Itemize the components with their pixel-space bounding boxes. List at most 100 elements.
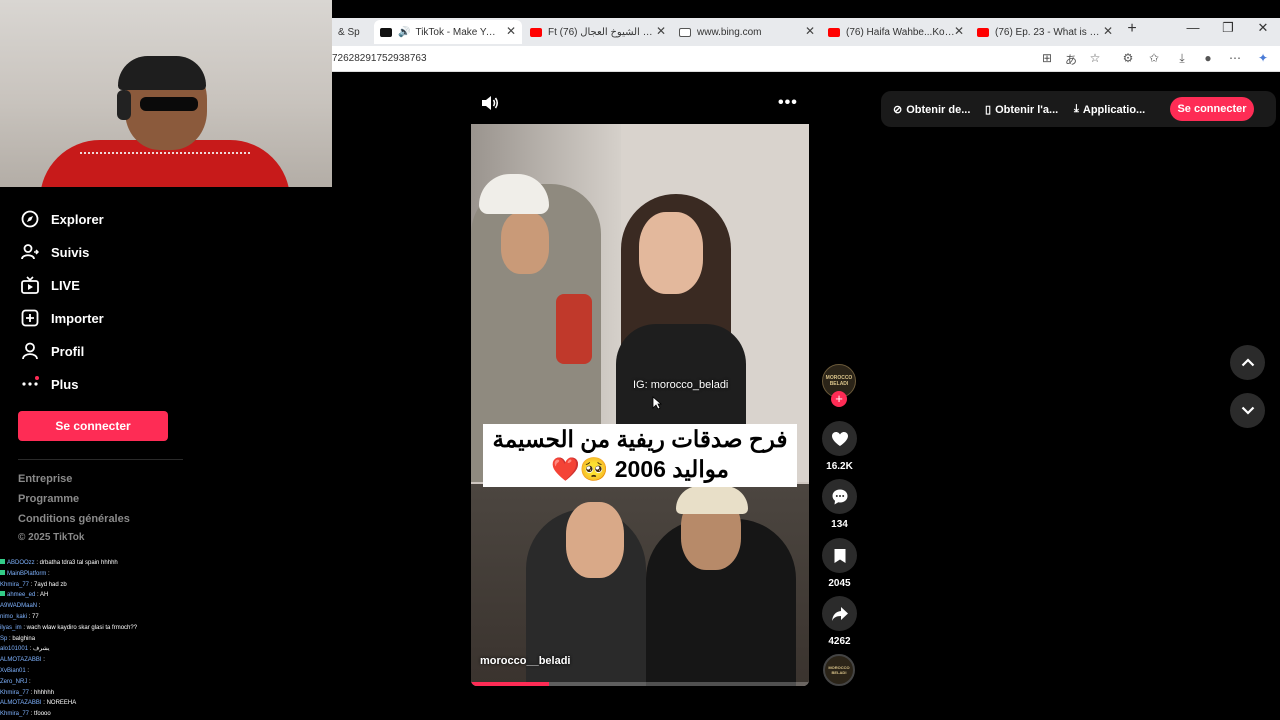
tab-label: TikTok - Make Your D — [415, 26, 500, 38]
close-icon[interactable]: ✕ — [656, 24, 666, 38]
menu-icon[interactable]: ⋯ — [1227, 51, 1243, 65]
share-button[interactable] — [822, 596, 857, 631]
footer-link-entreprise[interactable]: Entreprise — [18, 473, 72, 485]
youtube-icon — [977, 27, 989, 37]
close-icon[interactable]: ✕ — [805, 24, 815, 38]
tab-bing[interactable]: www.bing.com ✕ — [673, 20, 821, 44]
chat-line: A9WADMaaN : — [0, 601, 190, 612]
chat-message: : hhhhhh — [30, 689, 55, 696]
tab-partial[interactable]: & Sp — [332, 20, 374, 44]
badge-icon — [0, 569, 5, 575]
sidebar-item-explorer[interactable]: Explorer — [20, 209, 104, 229]
desktop-app-button[interactable]: ⤓ Applicatio... — [1074, 103, 1145, 116]
microphone — [556, 294, 592, 364]
video-author[interactable]: morocco__beladi — [480, 655, 570, 667]
sidebar-item-suivis[interactable]: Suivis — [20, 242, 89, 262]
interviewer-face — [501, 212, 549, 274]
get-app-button[interactable]: ▯ Obtenir l'a... — [985, 103, 1058, 117]
save-button[interactable] — [822, 538, 857, 573]
chat-user: MainBPlatform — [7, 570, 47, 577]
volume-icon[interactable] — [480, 94, 500, 112]
chat-message: : — [38, 603, 41, 610]
chat-message: : — [48, 570, 50, 577]
screen: & Sp 🔊 TikTok - Make Your D ✕ Ft شيخ الش… — [0, 0, 1280, 720]
close-icon[interactable]: ✕ — [954, 24, 964, 38]
get-coins-button[interactable]: ⊘ Obtenir de... — [893, 103, 970, 117]
close-icon[interactable]: ✕ — [506, 24, 516, 38]
caption-line-1: فرح صدقات ريفية من الحسيمة — [492, 426, 788, 452]
chat-message: : tfoooo — [30, 711, 51, 718]
header-login-button[interactable]: Se connecter — [1170, 97, 1254, 121]
next-video-button[interactable] — [1230, 393, 1265, 428]
download-icon: ⤓ — [1074, 103, 1079, 115]
sidebar-login-button[interactable]: Se connecter — [18, 411, 168, 441]
chat-line: Zero_NRJ : — [0, 677, 190, 688]
music-disc[interactable]: MOROCCO BELADI — [823, 654, 855, 686]
more-options-icon[interactable]: ••• — [778, 94, 798, 112]
coins-icon: ⊘ — [893, 104, 903, 116]
heart-icon — [831, 431, 848, 446]
sidebar: Explorer Suivis LIVE Importer Profil Plu… — [0, 187, 190, 567]
woman-face — [639, 212, 703, 294]
chat-message: : 77 — [28, 613, 39, 620]
favorite-icon[interactable]: ☆ — [1087, 51, 1103, 65]
comment-button[interactable] — [822, 479, 857, 514]
couple-woman-face — [566, 502, 624, 578]
previous-video-button[interactable] — [1230, 345, 1265, 380]
comment-count: 134 — [831, 519, 848, 530]
share-icon — [831, 606, 848, 621]
comment-icon — [832, 489, 847, 504]
split-screen-icon[interactable]: ⊞ — [1039, 51, 1055, 65]
follow-plus-icon[interactable]: + — [831, 391, 847, 407]
stream-chat: ABDOOzz : drbatha tdra3 tal spain hhhhh … — [0, 558, 190, 720]
chat-user: Khmira_77 — [0, 689, 30, 696]
video-player[interactable]: IG: morocco_beladi فرح صدقات ريفية من ال… — [471, 124, 809, 686]
sidebar-item-live[interactable]: LIVE — [20, 275, 80, 295]
share-count: 4262 — [828, 636, 851, 647]
sidebar-item-profil[interactable]: Profil — [20, 341, 84, 361]
downloads-icon[interactable]: ⤓ — [1174, 51, 1190, 66]
compass-icon — [20, 209, 40, 229]
sidebar-item-label: Explorer — [51, 211, 104, 227]
window-close-icon[interactable]: ✕ — [1253, 20, 1273, 36]
chat-user: ilyas_im — [0, 624, 22, 631]
extensions-icon[interactable]: ⚙ — [1120, 51, 1136, 65]
tab-tiktok[interactable]: 🔊 TikTok - Make Your D ✕ — [374, 20, 522, 44]
sidebar-item-label: LIVE — [51, 277, 80, 293]
webcam-cap — [118, 56, 206, 90]
sidebar-item-label: Suivis — [51, 244, 90, 260]
chat-user: Khmira_77 — [0, 581, 30, 588]
sidebar-item-importer[interactable]: Importer — [20, 308, 104, 328]
chat-message: : — [27, 667, 30, 674]
progress-bar[interactable] — [471, 682, 809, 686]
tab-label: (76) Haifa Wahbe...Kont H — [846, 26, 956, 38]
sidebar-item-label: Importer — [51, 310, 104, 326]
copilot-icon[interactable]: ✦ — [1255, 51, 1271, 65]
chat-message: : AH — [37, 592, 49, 599]
footer-link-conditions[interactable]: Conditions générales — [18, 513, 130, 525]
chevron-up-icon — [1241, 358, 1254, 367]
chat-message: : 7ayd had zb — [30, 581, 67, 588]
favorites-icon[interactable]: ✩ — [1146, 51, 1162, 65]
new-tab-icon[interactable]: + — [1122, 20, 1142, 38]
chat-line: alo101001 : يشرف — [0, 644, 190, 655]
url-field[interactable]: 72628291752938763 — [332, 53, 427, 64]
sidebar-item-plus[interactable]: Plus — [20, 374, 78, 394]
couple-man-hair — [676, 486, 748, 514]
chat-user: Khmira_77 — [0, 711, 30, 718]
tab-youtube-2[interactable]: (76) Haifa Wahbe...Kont H ✕ — [822, 20, 970, 44]
minimize-icon[interactable]: — — [1183, 20, 1203, 35]
tab-youtube-3[interactable]: (76) Ep. 23 - What is Life I ✕ — [971, 20, 1119, 44]
tab-youtube-1[interactable]: Ft شيخ الشيوخ العجال (76) ✕ — [524, 20, 672, 44]
bookmark-icon — [834, 548, 845, 563]
video-caption: فرح صدقات ريفية من الحسيمة مواليد 2006 🥺… — [483, 424, 797, 487]
chat-user: Sp — [0, 635, 8, 642]
header-action-label: Applicatio... — [1082, 103, 1146, 116]
close-icon[interactable]: ✕ — [1103, 24, 1113, 38]
profile-icon — [20, 341, 40, 361]
restore-icon[interactable]: ❐ — [1218, 20, 1238, 36]
like-button[interactable] — [822, 421, 857, 456]
profile-avatar-icon[interactable]: ● — [1200, 51, 1216, 65]
footer-link-programme[interactable]: Programme — [18, 493, 79, 505]
translate-icon[interactable]: あ — [1063, 51, 1079, 68]
